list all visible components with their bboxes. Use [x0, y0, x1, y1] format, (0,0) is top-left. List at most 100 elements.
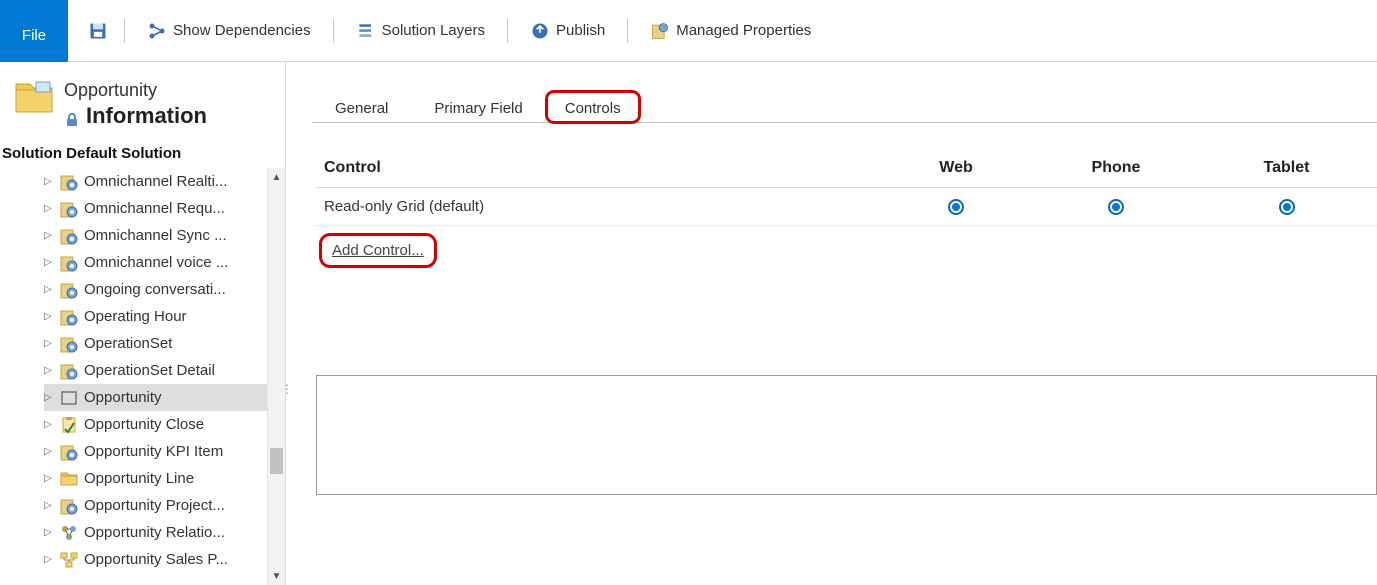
panel-resize-handle[interactable]: ⋮ [281, 382, 289, 404]
entity-header: Opportunity Information [0, 62, 285, 135]
tree-node[interactable]: ▷ Omnichannel Sync ... [44, 222, 267, 249]
save-icon[interactable] [88, 21, 108, 41]
tree-node[interactable]: ▷ Opportunity Sales P... [44, 546, 267, 573]
process-icon [60, 551, 78, 569]
gear-icon [60, 443, 78, 461]
ribbon-label: Show Dependencies [173, 22, 311, 39]
relationship-icon [60, 524, 78, 542]
main-content: GeneralPrimary FieldControls Control Web… [286, 62, 1377, 585]
separator [507, 19, 508, 43]
expander-icon[interactable]: ▷ [44, 257, 54, 268]
col-web-header: Web [876, 149, 1036, 188]
solution-layers-button[interactable]: Solution Layers [350, 17, 491, 45]
ribbon-label: Managed Properties [676, 22, 811, 39]
tree-node-label: OperationSet Detail [84, 362, 215, 379]
separator [627, 19, 628, 43]
expander-icon[interactable]: ▷ [44, 554, 54, 565]
tree-node-label: Ongoing conversati... [84, 281, 226, 298]
tree-node-label: Omnichannel voice ... [84, 254, 228, 271]
tree-node[interactable]: ▷ Opportunity Close [44, 411, 267, 438]
entity-icon [60, 389, 78, 407]
tree-node[interactable]: ▷ Omnichannel Realti... [44, 168, 267, 195]
separator [124, 19, 125, 43]
page-title: Information [86, 103, 207, 129]
tree-node[interactable]: ▷ Opportunity KPI Item [44, 438, 267, 465]
scroll-down-icon[interactable]: ▼ [268, 567, 285, 585]
show-dependencies-button[interactable]: Show Dependencies [141, 17, 317, 45]
control-name-cell: Read-only Grid (default) [316, 188, 876, 226]
tree-node[interactable]: ▷ Operating Hour [44, 303, 267, 330]
expander-icon[interactable]: ▷ [44, 176, 54, 187]
col-tablet-header: Tablet [1196, 149, 1377, 188]
col-control-header: Control [316, 149, 876, 188]
tree-node[interactable]: ▷ Opportunity [44, 384, 267, 411]
expander-icon[interactable]: ▷ [44, 311, 54, 322]
radio-cell-phone [1036, 188, 1196, 226]
details-frame [316, 375, 1377, 495]
expander-icon[interactable]: ▷ [44, 338, 54, 349]
tab-general[interactable]: General [312, 91, 411, 123]
gear-icon [60, 281, 78, 299]
tree-node-label: Operating Hour [84, 308, 187, 325]
publish-icon [530, 21, 550, 41]
tree-node[interactable]: ▷ Ongoing conversati... [44, 276, 267, 303]
tree-node[interactable]: ▷ Opportunity Project... [44, 492, 267, 519]
tree-node[interactable]: ▷OperationSet [44, 330, 267, 357]
ribbon-label: Solution Layers [382, 22, 485, 39]
expander-icon[interactable]: ▷ [44, 473, 54, 484]
tree-node[interactable]: ▷ Omnichannel Requ... [44, 195, 267, 222]
radio-phone[interactable] [1108, 199, 1124, 215]
folder-icon [14, 80, 54, 116]
expander-icon[interactable]: ▷ [44, 527, 54, 538]
scroll-up-icon[interactable]: ▲ [268, 168, 285, 186]
dependencies-icon [147, 21, 167, 41]
gear-icon [60, 362, 78, 380]
tree-node-label: Opportunity Close [84, 416, 204, 433]
managed-properties-button[interactable]: Managed Properties [644, 17, 817, 45]
tree-node[interactable]: ▷ Opportunity Line [44, 465, 267, 492]
scroll-thumb[interactable] [270, 448, 283, 474]
tree-node[interactable]: ▷Opportunity Relatio... [44, 519, 267, 546]
properties-icon [650, 21, 670, 41]
expander-icon[interactable]: ▷ [44, 365, 54, 376]
expander-icon[interactable]: ▷ [44, 230, 54, 241]
expander-icon[interactable]: ▷ [44, 284, 54, 295]
radio-cell-tablet [1196, 188, 1377, 226]
tree-node-label: Opportunity Project... [84, 497, 225, 514]
tree-node-label: Opportunity KPI Item [84, 443, 223, 460]
gear-icon [60, 200, 78, 218]
expander-icon[interactable]: ▷ [44, 419, 54, 430]
file-menu-button[interactable]: File [0, 0, 68, 62]
expander-icon[interactable]: ▷ [44, 446, 54, 457]
gear-icon [60, 254, 78, 272]
gear-icon [60, 227, 78, 245]
radio-tablet[interactable] [1279, 199, 1295, 215]
layers-icon [356, 21, 376, 41]
tab-controls[interactable]: Controls [546, 91, 640, 123]
tree-node-label: Opportunity [84, 389, 162, 406]
tree-node-label: Omnichannel Realti... [84, 173, 227, 190]
expander-icon[interactable]: ▷ [44, 203, 54, 214]
ribbon-items: Show Dependencies Solution Layers Publis… [68, 17, 817, 45]
controls-table: Control Web Phone Tablet Read-only Grid … [316, 149, 1377, 226]
table-row[interactable]: Read-only Grid (default) [316, 188, 1377, 226]
lock-icon [64, 108, 80, 124]
tree-node-label: Omnichannel Requ... [84, 200, 225, 217]
tree-node-label: Opportunity Sales P... [84, 551, 228, 568]
expander-icon[interactable]: ▷ [44, 500, 54, 511]
gear-icon [60, 173, 78, 191]
ribbon-label: Publish [556, 22, 605, 39]
tree-node[interactable]: ▷ Omnichannel voice ... [44, 249, 267, 276]
tree-node-label: Omnichannel Sync ... [84, 227, 227, 244]
expander-icon[interactable]: ▷ [44, 392, 54, 403]
add-control-link[interactable]: Add Control... [322, 236, 434, 265]
radio-web[interactable] [948, 199, 964, 215]
tree-scrollbar[interactable]: ▲ ▼ [267, 168, 285, 585]
tree-node-label: Opportunity Line [84, 470, 194, 487]
publish-button[interactable]: Publish [524, 17, 611, 45]
solution-tree: ▷ Omnichannel Realti... ▷ Omnichannel Requ.… [4, 168, 285, 573]
gear-icon [60, 335, 78, 353]
tab-primary-field[interactable]: Primary Field [411, 91, 545, 123]
tree-node[interactable]: ▷ OperationSet Detail [44, 357, 267, 384]
ribbon-toolbar: File Show Dependencies Solution Layers P… [0, 0, 1377, 62]
